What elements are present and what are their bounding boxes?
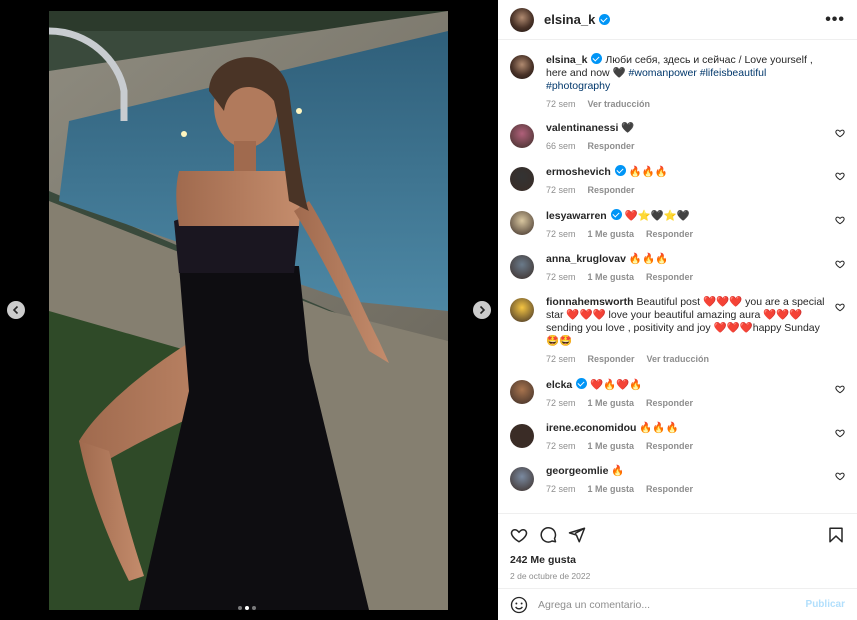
- heart-icon[interactable]: [835, 428, 845, 438]
- author-username[interactable]: elsina_k: [544, 12, 595, 27]
- post-photo[interactable]: [49, 11, 448, 610]
- add-comment-bar: Publicar: [498, 588, 857, 620]
- verified-badge-icon: [576, 378, 588, 389]
- comment-icon[interactable]: [539, 526, 557, 544]
- comment-likes[interactable]: 1 Me gusta: [588, 398, 635, 408]
- comment-username[interactable]: irene.economidou: [546, 422, 636, 434]
- comment-time: 72 sem: [546, 229, 576, 239]
- comment-row: irene.economidou 🔥🔥🔥 72 sem 1 Me gusta Resp…: [510, 422, 845, 451]
- more-options-icon[interactable]: •••: [825, 11, 845, 29]
- comment-row: elcka ❤️🔥❤️🔥 72 sem 1 Me gusta Responder: [510, 378, 845, 408]
- comment-text: 🔥: [611, 465, 625, 477]
- comment-likes[interactable]: 1 Me gusta: [588, 441, 635, 451]
- comment-row: fionnahemsworth Beautiful post ❤️❤️❤️ yo…: [510, 296, 845, 364]
- heart-icon[interactable]: [835, 384, 845, 394]
- comment-likes[interactable]: 1 Me gusta: [588, 272, 635, 282]
- carousel-dot-active: [245, 606, 249, 610]
- comment-username[interactable]: ermoshevich: [546, 166, 611, 178]
- see-translation-link[interactable]: Ver traducción: [647, 354, 710, 364]
- reply-button[interactable]: Responder: [646, 441, 693, 451]
- avatar[interactable]: [510, 124, 534, 148]
- heart-icon[interactable]: [835, 171, 845, 181]
- reply-button[interactable]: Responder: [588, 141, 635, 151]
- post-side-panel: elsina_k ••• elsina_k Люби себя, здесь и…: [498, 0, 857, 620]
- reply-button[interactable]: Responder: [588, 185, 635, 195]
- comment-text: ❤️🔥❤️🔥: [590, 379, 643, 391]
- comment-likes[interactable]: 1 Me gusta: [588, 229, 635, 239]
- post-comment-button[interactable]: Publicar: [806, 599, 845, 610]
- comment-username[interactable]: valentinanessi: [546, 122, 618, 134]
- comment-row: valentinanessi 🖤 66 sem Responder: [510, 122, 845, 151]
- comment-username[interactable]: georgeomlie: [546, 465, 608, 477]
- avatar[interactable]: [510, 424, 534, 448]
- comment-row: georgeomlie 🔥 72 sem 1 Me gusta Responder: [510, 465, 845, 494]
- reply-button[interactable]: Responder: [646, 484, 693, 494]
- comment-time: 72 sem: [546, 441, 576, 451]
- carousel-dot: [252, 606, 256, 610]
- carousel-indicator: [238, 606, 256, 610]
- comment-text: 🔥🔥🔥: [628, 253, 669, 265]
- avatar[interactable]: [510, 298, 534, 322]
- heart-icon[interactable]: [835, 302, 845, 312]
- heart-icon[interactable]: [510, 526, 528, 544]
- post-actions: 242 Me gusta 2 de octubre de 2022: [498, 513, 857, 585]
- heart-icon[interactable]: [835, 259, 845, 269]
- comments-list[interactable]: elsina_k Люби себя, здесь и сейчас / Lov…: [498, 41, 857, 513]
- avatar[interactable]: [510, 467, 534, 491]
- comment-text: 🔥🔥🔥: [628, 166, 668, 178]
- comment-time: 72 sem: [546, 398, 576, 408]
- previous-button[interactable]: [7, 301, 25, 319]
- comment-username[interactable]: anna_kruglovav: [546, 253, 626, 265]
- chevron-left-icon: [12, 305, 19, 315]
- comment-time: 72 sem: [546, 354, 576, 364]
- verified-badge-icon: [591, 53, 603, 64]
- verified-badge-icon: [599, 14, 611, 25]
- comment-time: 72 sem: [546, 272, 576, 282]
- verified-badge-icon: [610, 209, 622, 220]
- reply-button[interactable]: Responder: [646, 229, 693, 239]
- comment-username[interactable]: fionnahemsworth: [546, 296, 634, 308]
- caption-username[interactable]: elsina_k: [546, 54, 587, 66]
- heart-icon[interactable]: [835, 128, 845, 138]
- avatar[interactable]: [510, 380, 534, 404]
- post-caption: elsina_k Люби себя, здесь и сейчас / Lov…: [510, 53, 845, 109]
- comment-row: anna_kruglovav 🔥🔥🔥 72 sem 1 Me gusta Respon…: [510, 253, 845, 282]
- comment-likes[interactable]: 1 Me gusta: [588, 484, 635, 494]
- comment-time: 72 sem: [546, 185, 576, 195]
- avatar[interactable]: [510, 7, 534, 32]
- avatar[interactable]: [510, 211, 534, 235]
- avatar[interactable]: [510, 55, 534, 79]
- post-date: 2 de octubre de 2022: [510, 571, 591, 581]
- media-panel: [0, 0, 498, 620]
- comment-row: lesyawarren ❤️⭐🖤⭐🖤 72 sem 1 Me gusta Respon…: [510, 209, 845, 239]
- chevron-right-icon: [479, 305, 486, 315]
- avatar[interactable]: [510, 167, 534, 191]
- comment-input[interactable]: [538, 598, 806, 611]
- emoji-icon[interactable]: [510, 596, 528, 614]
- bookmark-icon[interactable]: [827, 526, 845, 544]
- avatar[interactable]: [510, 255, 534, 279]
- caption-time: 72 sem: [546, 99, 576, 109]
- share-icon[interactable]: [568, 526, 586, 544]
- carousel-dot: [238, 606, 242, 610]
- comment-text: 🖤: [621, 122, 635, 134]
- comment-time: 66 sem: [546, 141, 576, 151]
- post-header: elsina_k •••: [498, 0, 857, 40]
- verified-badge-icon: [614, 165, 626, 176]
- comment-text: 🔥🔥🔥: [639, 422, 679, 434]
- likes-count[interactable]: 242 Me gusta: [510, 554, 845, 566]
- next-button[interactable]: [473, 301, 491, 319]
- comment-username[interactable]: elcka: [546, 379, 572, 391]
- reply-button[interactable]: Responder: [646, 398, 693, 408]
- comment-text: ❤️⭐🖤⭐🖤: [624, 210, 691, 222]
- reply-button[interactable]: Responder: [646, 272, 693, 282]
- comment-username[interactable]: lesyawarren: [546, 210, 607, 222]
- see-translation-link[interactable]: Ver traducción: [588, 99, 651, 109]
- comment-row: ermoshevich 🔥🔥🔥 72 sem Responder: [510, 165, 845, 195]
- heart-icon[interactable]: [835, 215, 845, 225]
- heart-icon[interactable]: [835, 471, 845, 481]
- reply-button[interactable]: Responder: [588, 354, 635, 364]
- comment-time: 72 sem: [546, 484, 576, 494]
